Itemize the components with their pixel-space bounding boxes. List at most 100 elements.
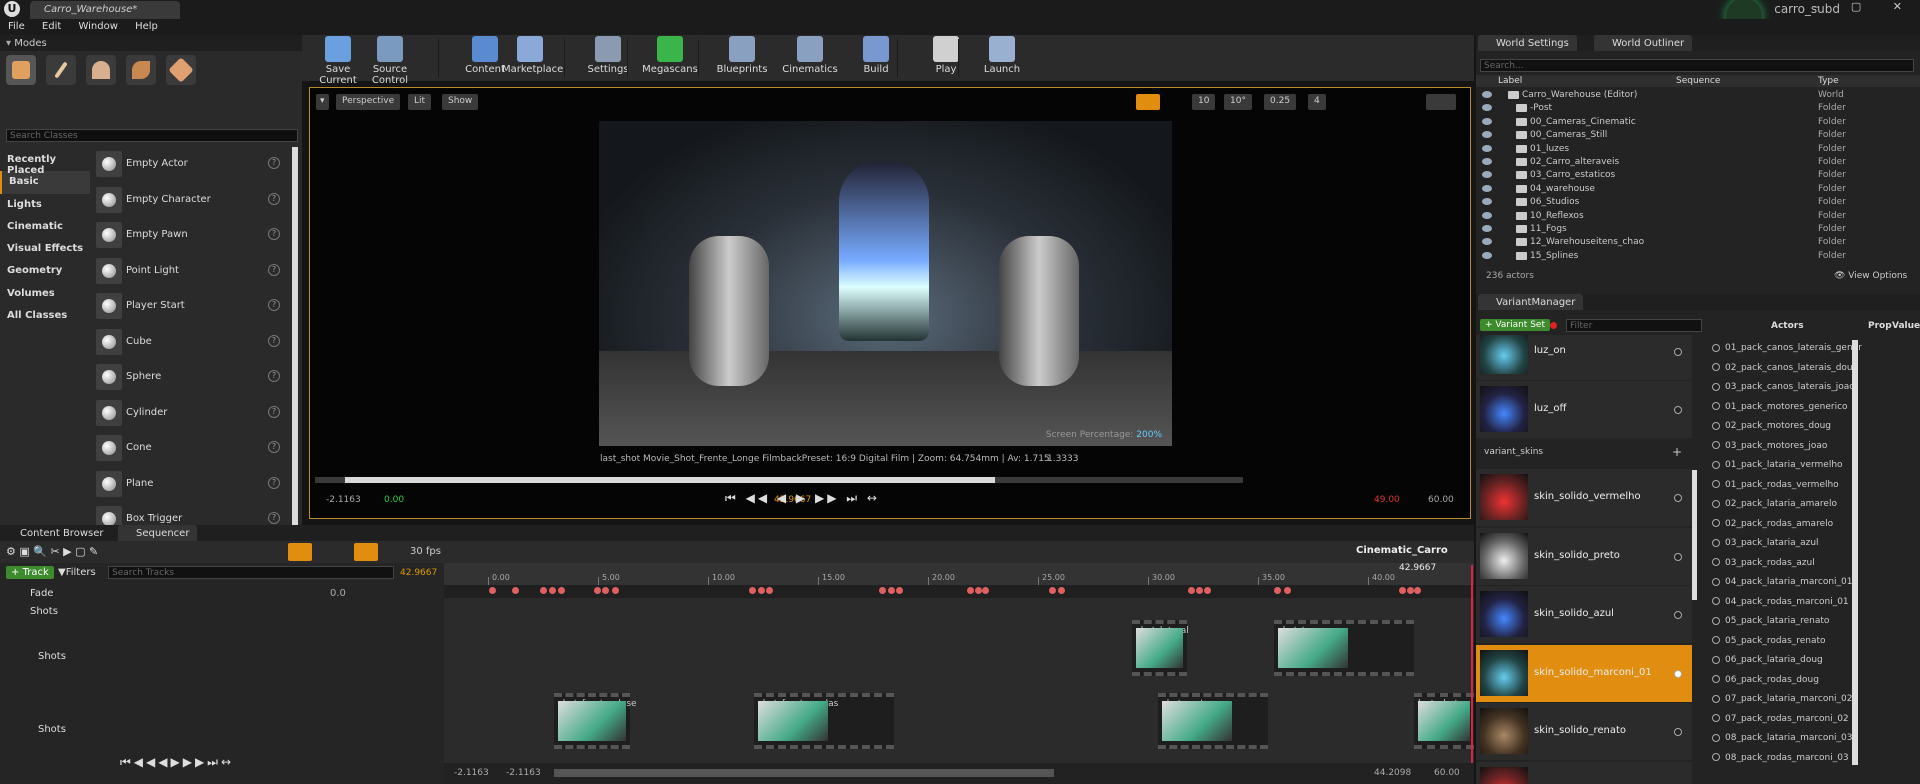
modes-scrollbar[interactable] <box>292 147 298 557</box>
megascans-button[interactable]: Megascans <box>642 36 698 80</box>
help-icon[interactable]: ? <box>268 228 280 240</box>
visibility-eye-icon[interactable] <box>1482 225 1492 232</box>
help-icon[interactable]: ? <box>268 299 280 311</box>
fade-key[interactable] <box>540 587 547 594</box>
variant-actor-row[interactable]: 02_pack_lataria_amarelo <box>1712 499 1892 509</box>
window-controls[interactable]: – ▢ ✕ <box>1814 0 1916 13</box>
fade-key[interactable] <box>1274 587 1281 594</box>
sequencer-playback-controls[interactable]: ⏮◀◀◀▶▶▶⏭↔ <box>120 755 234 770</box>
column-label[interactable]: Label <box>1498 76 1522 86</box>
visibility-eye-icon[interactable] <box>1482 211 1492 219</box>
actor-plane[interactable]: Plane? <box>92 466 288 502</box>
fade-key[interactable] <box>879 587 886 594</box>
outliner-row[interactable]: 15_Splines Folder <box>1476 250 1906 263</box>
grid-snap-value[interactable]: 10 <box>1192 94 1216 110</box>
fade-key[interactable] <box>558 587 565 594</box>
visibility-eye-icon[interactable] <box>1482 144 1492 152</box>
variant-actor-row[interactable]: 03_pack_canos_laterais_joao <box>1712 382 1892 392</box>
tab-variant-manager[interactable]: VariantManager <box>1478 294 1584 310</box>
outliner-row[interactable]: 06_Studios Folder <box>1476 196 1906 209</box>
lit-button[interactable]: Lit <box>408 94 432 110</box>
record-icon[interactable] <box>1550 322 1557 329</box>
actor-empty-character[interactable]: Empty Character? <box>92 182 288 218</box>
fade-key[interactable] <box>975 587 982 594</box>
tab-world-settings[interactable]: World Settings <box>1478 35 1577 51</box>
add-track-button[interactable]: + Track <box>6 566 54 579</box>
outliner-row[interactable]: 10_Reflexos Folder <box>1476 210 1906 223</box>
place-mode-icon[interactable] <box>6 55 36 85</box>
help-icon[interactable]: ? <box>268 334 280 347</box>
marketplace-button[interactable]: Marketplace <box>502 36 563 80</box>
column-sequence[interactable]: Sequence <box>1676 76 1720 86</box>
fade-key[interactable] <box>489 587 496 594</box>
sequencer-tool-icons[interactable]: ⚙ ▣ 🔍 ✂ ▶ ▢ ✎ <box>6 545 98 558</box>
sequencer-timeline[interactable]: 0.00 5.00 10.00 15.00 20.00 25.00 30.00 35.00 40… <box>444 563 1474 784</box>
tab-world-outliner[interactable]: World Outliner <box>1594 35 1693 51</box>
outliner-row[interactable]: 01_luzes Folder <box>1476 143 1906 156</box>
fade-key[interactable] <box>888 587 895 594</box>
outliner-row[interactable]: 00_Cameras_Still Folder <box>1476 129 1906 142</box>
outliner-row[interactable]: 00_Cameras_Cinematic Folder <box>1476 116 1906 129</box>
shot-clip[interactable]: shot_top <box>1274 620 1414 676</box>
visibility-eye-icon[interactable] <box>1482 91 1492 98</box>
view-range-bar[interactable] <box>554 769 1054 777</box>
category-geometry[interactable]: Geometry <box>0 260 90 282</box>
variant-actor-row[interactable]: 01_pack_lataria_vermelho <box>1712 460 1892 470</box>
menu-edit[interactable]: Edit <box>34 19 67 32</box>
category-volumes[interactable]: Volumes <box>0 283 90 305</box>
category-all-classes[interactable]: All Classes <box>0 305 90 327</box>
fade-key[interactable] <box>1049 587 1056 594</box>
visibility-eye-icon[interactable] <box>1482 104 1492 112</box>
actor-empty-actor[interactable]: Empty Actor? <box>92 147 288 182</box>
paint-mode-icon[interactable] <box>46 55 76 85</box>
outliner-row[interactable]: Carro_Warehouse (Editor) World <box>1476 89 1906 102</box>
help-icon[interactable]: ? <box>268 192 280 205</box>
layout-icon[interactable] <box>1426 94 1456 110</box>
outliner-search-input[interactable]: Search... <box>1480 59 1914 72</box>
fade-key[interactable] <box>512 587 519 594</box>
actor-empty-pawn[interactable]: Empty Pawn? <box>92 218 288 253</box>
shot-clip[interactable]: shot_frente_rodas <box>754 693 894 749</box>
launch-button[interactable]: Launch <box>974 36 1030 80</box>
cinematics-button[interactable]: Cinematics <box>782 36 838 80</box>
filters-button[interactable]: ▼Filters <box>58 567 96 578</box>
save-current-button[interactable]: Save Current <box>310 36 366 86</box>
add-variant-set-button[interactable]: + Variant Set <box>1480 319 1550 331</box>
actor-cylinder[interactable]: Cylinder? <box>92 395 288 431</box>
variant-actor-row[interactable]: 08_pack_rodas_marconi_03 <box>1712 753 1892 763</box>
help-icon[interactable]: ? <box>268 512 280 524</box>
fade-key[interactable] <box>758 587 765 594</box>
variant-actor-row[interactable]: 02_pack_rodas_amarelo <box>1712 519 1892 529</box>
actor-sphere[interactable]: Sphere? <box>92 360 288 395</box>
fade-key[interactable] <box>612 587 619 594</box>
scale-snap-value[interactable]: 0.25 <box>1264 94 1297 110</box>
track-shots-1[interactable]: Shots <box>0 648 444 664</box>
viewport-options-button[interactable]: ▾ <box>316 94 329 110</box>
help-icon[interactable]: ? <box>268 476 280 489</box>
tab-content-browser[interactable]: Content Browser <box>2 525 112 541</box>
blueprints-button[interactable]: Blueprints <box>714 36 770 80</box>
fade-key[interactable] <box>1284 587 1291 594</box>
category-visual-effects[interactable]: Visual Effects <box>0 238 90 260</box>
camera-speed-value[interactable]: 4 <box>1308 94 1326 110</box>
shot-clip[interactable]: shot_frente_close <box>554 693 637 749</box>
track-fade[interactable]: Fade 0.0 <box>0 585 444 601</box>
sequencer-playhead[interactable] <box>1471 565 1473 784</box>
fade-key[interactable] <box>766 587 773 594</box>
fade-key[interactable] <box>896 587 903 594</box>
category-cinematic[interactable]: Cinematic <box>0 216 90 238</box>
show-button[interactable]: Show <box>442 94 479 110</box>
search-tracks-input[interactable]: Search Tracks <box>108 566 394 579</box>
visibility-eye-icon[interactable] <box>1482 198 1492 206</box>
fade-key[interactable] <box>602 587 609 594</box>
menu-file[interactable]: File <box>0 19 31 32</box>
play-button[interactable]: Play <box>918 36 974 80</box>
category-recently-placed[interactable]: Recently Placed <box>0 149 90 176</box>
viewport-playback-controls[interactable]: ⏮ ◀◀ ◀ ▶ ▶▶ ⏭ ↔ <box>725 491 880 506</box>
search-classes-input[interactable]: Search Classes <box>6 129 298 142</box>
menu-window[interactable]: Window <box>70 19 123 32</box>
outliner-row[interactable]: 11_Fogs Folder <box>1476 223 1906 236</box>
keyframe-icon[interactable] <box>288 543 312 561</box>
snap-icon[interactable] <box>354 543 378 561</box>
help-icon[interactable]: ? <box>268 441 280 453</box>
